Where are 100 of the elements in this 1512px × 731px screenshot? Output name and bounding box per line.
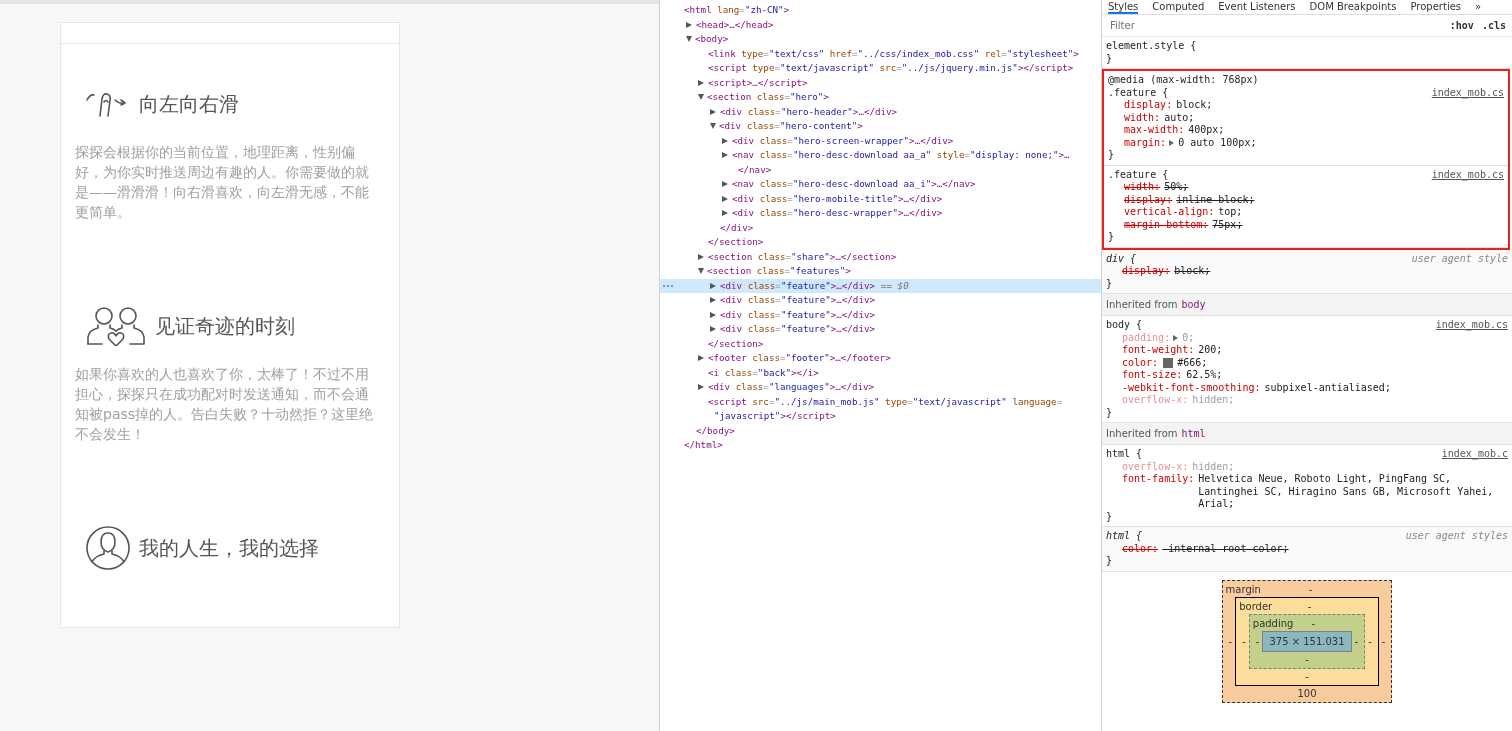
- dom-tree-row[interactable]: <script src="../js/main_mob.js" type="text/javascript" language=: [660, 394, 1101, 409]
- expand-arrow-icon[interactable]: [722, 152, 728, 159]
- dom-tree-row[interactable]: <div class="hero-mobile-title">…</div>: [660, 191, 1101, 206]
- dom-tree-row[interactable]: <nav class="hero-desc-download aa_a" style="display: none;">…: [660, 148, 1101, 163]
- css-property: margin-bottom:: [1124, 218, 1209, 231]
- css-property: display:: [1124, 99, 1173, 112]
- css-value: block;: [1176, 99, 1213, 112]
- inherited-element-link[interactable]: body: [1181, 299, 1206, 310]
- dom-tree-row[interactable]: <script>…</script>: [660, 75, 1101, 90]
- dom-tree-row[interactable]: <div class="languages">…</div>: [660, 380, 1101, 395]
- dom-tree-row[interactable]: <footer class="footer">…</footer>: [660, 351, 1101, 366]
- dom-tree-row[interactable]: <head>…</head>: [660, 17, 1101, 32]
- feature-title: 我的人生，我的选择: [139, 535, 319, 562]
- dom-tree-row[interactable]: <i class="back"></i>: [660, 365, 1101, 380]
- closing-brace: }: [1106, 52, 1114, 65]
- stylesheet-source[interactable]: index_mob.c: [1441, 448, 1508, 461]
- dom-tree-row[interactable]: <div class="feature">…</div>: [660, 322, 1101, 337]
- toggle-button[interactable]: :hov: [1449, 18, 1474, 33]
- stylesheet-source: user agent style: [1411, 252, 1508, 265]
- expand-arrow-icon[interactable]: [686, 21, 692, 28]
- dom-tree-row[interactable]: <div class="feature">…</div> == $0: [660, 278, 1101, 293]
- panel-tab[interactable]: Styles: [1108, 0, 1139, 14]
- dom-tree-row[interactable]: <div class="hero-content">: [660, 119, 1101, 134]
- stylesheet-source[interactable]: index_mob.cs: [1431, 168, 1504, 181]
- expand-arrow-icon[interactable]: [698, 384, 704, 391]
- expand-arrow-icon[interactable]: [722, 195, 728, 202]
- collapse-arrow-icon[interactable]: [710, 123, 716, 130]
- expand-arrow-icon[interactable]: [710, 282, 716, 289]
- dom-tree-row[interactable]: <script type="text/javascript" src="../js/jquery.min.js"></script>: [660, 61, 1101, 76]
- dom-tree-row[interactable]: </body>: [660, 423, 1101, 438]
- css-property: padding:: [1122, 331, 1171, 344]
- css-property: font-size:: [1122, 369, 1183, 382]
- dom-tree-row[interactable]: <div class="hero-header">…</div>: [660, 104, 1101, 119]
- panel-tab[interactable]: Properties: [1410, 0, 1462, 14]
- dom-tree-row[interactable]: <section class="share">…</section>: [660, 249, 1101, 264]
- stylesheet-source[interactable]: index_mob.cs: [1431, 86, 1504, 99]
- feature-description: 探探会根据你的当前位置，地理距离，性别偏好，为你实时推送周边有趣的人。你需要做的就是——滑滑滑！向右滑喜欢，向左滑无感，不能更简单。: [75, 143, 370, 222]
- toggle-button[interactable]: .cls: [1481, 18, 1506, 33]
- dom-tree-row[interactable]: </section>: [660, 235, 1101, 250]
- selected-node-marker: == $0: [881, 278, 909, 293]
- dom-tree-row[interactable]: <div class="hero-desc-wrapper">…</div>: [660, 206, 1101, 221]
- box-label: border: [1239, 599, 1273, 614]
- closing-brace: }: [1106, 555, 1114, 568]
- css-value: hidden;: [1192, 460, 1235, 473]
- dom-tree-row[interactable]: "javascript"></script>: [660, 409, 1101, 424]
- dom-tree-row[interactable]: </section>: [660, 336, 1101, 351]
- dom-tree-row[interactable]: <div class="feature">…</div>: [660, 307, 1101, 322]
- more-tabs-button[interactable]: »: [1475, 0, 1482, 14]
- dom-tree-row[interactable]: </html>: [660, 438, 1101, 453]
- expand-arrow-icon[interactable]: [710, 311, 716, 318]
- dom-node-text: <div class="feature">…</div>: [720, 322, 875, 337]
- dom-node-text: <section class="share">…</section>: [708, 249, 897, 264]
- expand-arrow-icon[interactable]: [698, 355, 704, 362]
- collapse-arrow-icon[interactable]: [698, 94, 704, 101]
- css-property: vertical-align:: [1124, 206, 1215, 219]
- feature-description: 如果你喜欢的人也喜欢了你，太棒了！不过不用担心，探探只在成功配对时发送通知，而不会通知被pass掉的人。告白失败？十动然拒？这里绝不会发生！: [75, 365, 375, 444]
- expand-arrow-icon[interactable]: [722, 137, 728, 144]
- expand-arrow-icon[interactable]: [722, 181, 728, 188]
- dom-tree-row[interactable]: <link type="text/css" href="../css/index_mob.css" rel="stylesheet">: [660, 46, 1101, 61]
- panel-tab[interactable]: Event Listeners: [1218, 0, 1296, 14]
- expand-arrow-icon[interactable]: [1169, 139, 1175, 146]
- expand-arrow-icon[interactable]: [722, 210, 728, 217]
- dom-node-text: <script>…</script>: [708, 75, 808, 90]
- css-value: 400px;: [1188, 124, 1225, 137]
- dom-tree-row[interactable]: <section class="hero">: [660, 90, 1101, 105]
- dom-tree-row[interactable]: <nav class="hero-desc-download aa_i">…</nav>: [660, 177, 1101, 192]
- dom-node-text: </div>: [720, 220, 754, 235]
- dom-node-text: <div class="hero-mobile-title">…</div>: [732, 191, 943, 206]
- dom-node-text: <i class="back"></i>: [708, 365, 819, 380]
- box-value: -: [1227, 634, 1234, 649]
- box-label: margin: [1225, 582, 1261, 597]
- css-property: -webkit-font-smoothing:: [1122, 381, 1261, 394]
- panel-tab[interactable]: Computed: [1152, 0, 1205, 14]
- inherited-element-link[interactable]: html: [1181, 428, 1206, 439]
- expand-arrow-icon[interactable]: [698, 79, 704, 86]
- expand-arrow-icon[interactable]: [710, 297, 716, 304]
- expand-arrow-icon[interactable]: [710, 108, 716, 115]
- css-property: color:: [1122, 542, 1159, 555]
- dom-tree-row[interactable]: <div class="feature">…</div>: [660, 293, 1101, 308]
- dom-node-text: <div class="hero-content">: [719, 119, 863, 134]
- panel-tab[interactable]: DOM Breakpoints: [1309, 0, 1397, 14]
- expand-arrow-icon[interactable]: [698, 253, 704, 260]
- css-value: #666;: [1177, 356, 1208, 369]
- dom-tree-row[interactable]: </div>: [660, 220, 1101, 235]
- box-value: -: [1305, 652, 1309, 667]
- dom-node-text: <nav class="hero-desc-download aa_i">…</nav>: [732, 177, 976, 192]
- dom-tree-row[interactable]: <body>: [660, 32, 1101, 47]
- color-swatch[interactable]: [1163, 357, 1174, 368]
- dom-tree-row[interactable]: </nav>: [660, 162, 1101, 177]
- css-value: auto;: [1164, 111, 1195, 124]
- expand-arrow-icon[interactable]: [1173, 334, 1179, 341]
- dom-node-text: <div class="hero-header">…</div>: [720, 104, 898, 119]
- dom-tree-row[interactable]: <html lang="zh-CN">: [660, 3, 1101, 18]
- dom-tree-row[interactable]: <div class="hero-screen-wrapper">…</div>: [660, 133, 1101, 148]
- closing-brace: }: [1108, 231, 1116, 244]
- dom-node-text: </html>: [684, 438, 723, 453]
- expand-arrow-icon[interactable]: [710, 326, 716, 333]
- collapse-arrow-icon[interactable]: [686, 36, 692, 43]
- css-value: 50%;: [1164, 181, 1189, 194]
- stylesheet-source[interactable]: index_mob.cs: [1435, 319, 1508, 332]
